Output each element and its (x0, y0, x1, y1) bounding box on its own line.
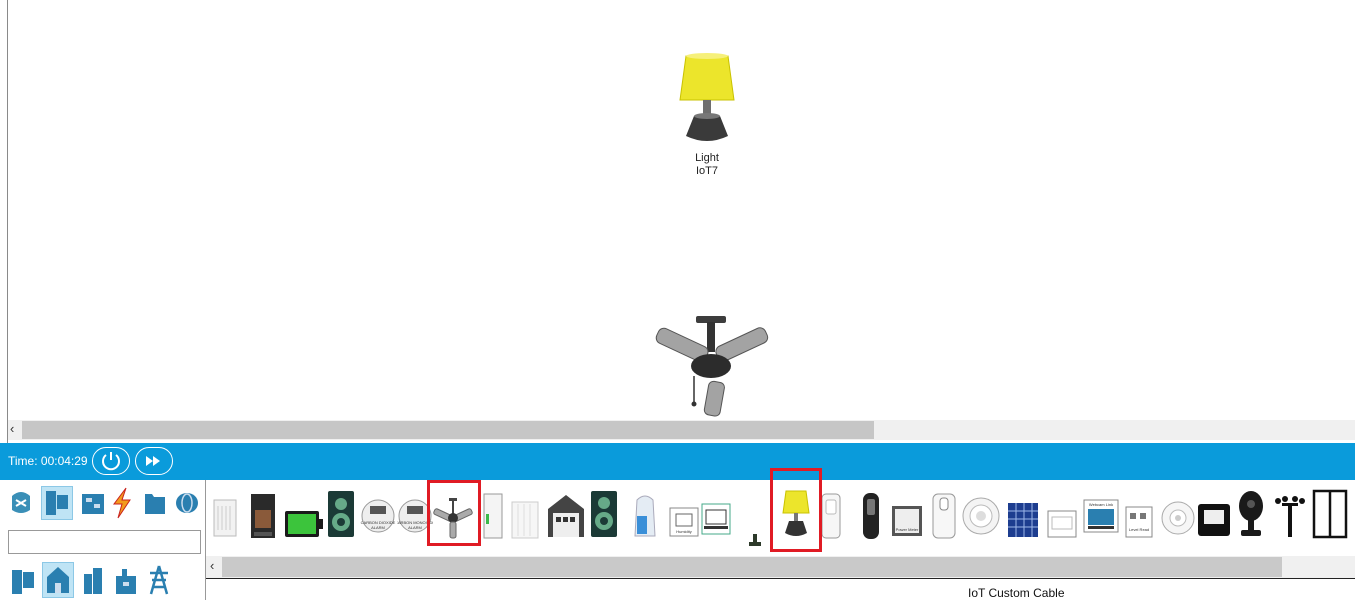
workspace-horizontal-scrollbar[interactable]: ‹ (8, 420, 1355, 440)
speaker-icon[interactable] (326, 484, 356, 544)
components-icon[interactable] (80, 488, 106, 518)
webcam-monitor-icon[interactable]: Webcam Link (1082, 488, 1120, 548)
end-devices-sub-icon[interactable] (10, 566, 36, 596)
device-light-iot7[interactable] (676, 48, 738, 148)
svg-text:ALARM: ALARM (371, 525, 385, 530)
device-selection-strip: CARBON DIOXIDEALARM CARBON MONOXIDEALARM… (206, 468, 1355, 557)
end-devices-icon (46, 491, 68, 515)
svg-text:Level Read: Level Read (1129, 527, 1149, 532)
fast-forward-icon (145, 455, 160, 466)
power-grid-icon[interactable] (145, 564, 173, 596)
trip-sensor-icon[interactable] (1196, 490, 1232, 550)
scroll-left-icon[interactable]: ‹ (10, 421, 14, 436)
window-icon[interactable] (1312, 484, 1348, 544)
connections-icon[interactable] (110, 486, 134, 520)
realtime-toolbar: Time: 00:04:29 (0, 443, 1355, 480)
fast-forward-button[interactable] (135, 447, 173, 475)
humidifier-icon[interactable] (631, 486, 659, 546)
power-meter-icon[interactable]: Power Meter (890, 492, 924, 552)
network-devices-icon[interactable] (8, 486, 34, 520)
power-cycle-devices-button[interactable] (92, 447, 130, 475)
workspace-left-border (7, 0, 8, 445)
smart-city-icon[interactable] (80, 566, 106, 596)
logical-workspace[interactable]: Light IoT7 (0, 0, 1355, 420)
webcam-icon[interactable] (1236, 484, 1266, 544)
coffee-maker-icon[interactable] (248, 486, 278, 546)
device-name-label: Light (695, 152, 719, 164)
home-speaker-icon[interactable] (589, 484, 619, 544)
motion-detector-icon[interactable] (820, 486, 842, 546)
end-devices-category[interactable] (41, 486, 73, 520)
portable-music-player-icon[interactable] (860, 486, 882, 546)
laptop-icon[interactable] (700, 490, 732, 550)
wind-detector-icon[interactable]: Level Read (1124, 492, 1154, 552)
lamp-icon (679, 53, 735, 141)
svg-text:ALARM: ALARM (408, 525, 422, 530)
scrollbar-thumb[interactable] (22, 421, 874, 439)
device-ceiling-fan[interactable] (654, 316, 769, 420)
radiator-icon[interactable] (510, 490, 540, 550)
time-display: Time: 00:04:29 (8, 454, 88, 468)
scroll-left-icon[interactable]: ‹ (210, 558, 214, 573)
status-divider (206, 578, 1355, 579)
home-category[interactable] (42, 562, 74, 598)
power-cycle-icon (101, 451, 120, 470)
home-icon (47, 567, 69, 593)
rfid-card-reader-icon[interactable] (931, 486, 957, 546)
industrial-icon[interactable] (113, 566, 139, 596)
garage-door-icon[interactable] (546, 486, 586, 546)
device-strip-scrollbar[interactable]: ‹ (206, 556, 1355, 578)
door-icon[interactable] (482, 486, 504, 546)
svg-text:Power Meter: Power Meter (896, 527, 919, 532)
svg-text:Humidity: Humidity (676, 529, 692, 534)
humidity-monitor-icon[interactable]: Humidity (668, 492, 700, 552)
device-search-input[interactable] (8, 530, 201, 554)
svg-text:Webcam Link: Webcam Link (1089, 502, 1113, 507)
air-conditioner-icon[interactable] (210, 488, 240, 548)
multiuser-icon[interactable] (174, 488, 200, 518)
selected-light-highlight (770, 468, 822, 552)
ceiling-fan-icon (655, 316, 769, 417)
scrollbar-thumb[interactable] (222, 557, 1282, 577)
battery-icon[interactable] (284, 494, 324, 554)
wind-turbine-icon[interactable] (1272, 486, 1308, 546)
smart-sensor-icon[interactable] (1160, 488, 1196, 548)
thermostat-icon[interactable] (1046, 494, 1078, 554)
smoke-detector-icon[interactable] (961, 486, 1001, 546)
cable-type-label: IoT Custom Cable (968, 586, 1065, 600)
selected-ceiling-fan-highlight (427, 480, 481, 546)
carbon-dioxide-alarm-icon[interactable]: CARBON DIOXIDEALARM (360, 486, 396, 546)
device-id-label: IoT7 (695, 165, 718, 177)
solar-panel-icon[interactable] (1006, 490, 1040, 550)
miscellaneous-icon[interactable] (142, 488, 168, 518)
